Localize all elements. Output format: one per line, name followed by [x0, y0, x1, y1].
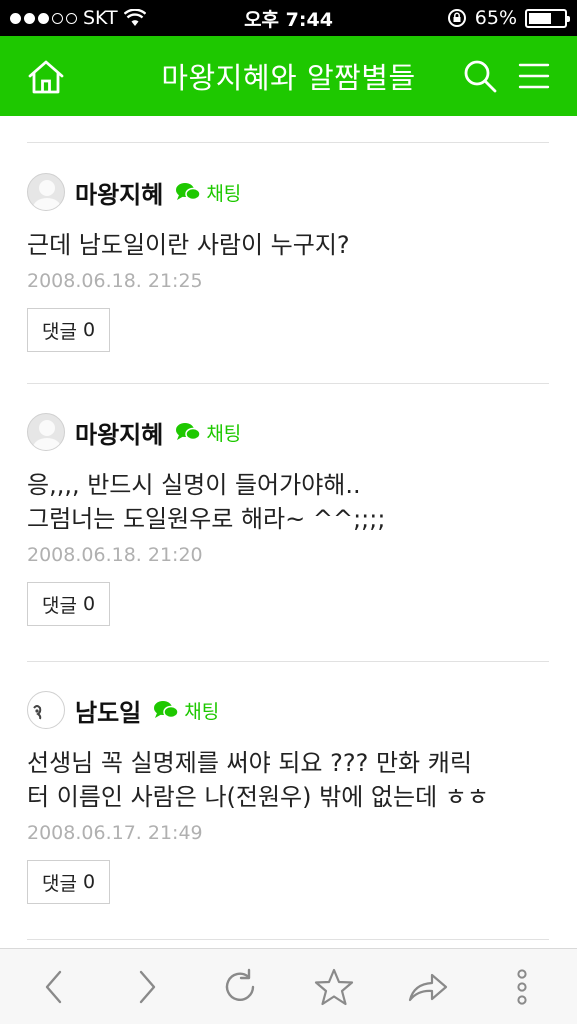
- wifi-icon: [123, 9, 146, 26]
- chat-link[interactable]: 채팅: [175, 179, 241, 206]
- divider: [27, 142, 549, 143]
- rotation-lock-icon: [447, 9, 466, 27]
- author-name[interactable]: 마왕지혜: [75, 415, 163, 450]
- profile-photo-icon: [33, 705, 42, 720]
- search-button[interactable]: [458, 54, 502, 98]
- home-button[interactable]: [24, 54, 68, 98]
- more-vertical-icon: [517, 969, 527, 1005]
- divider: [27, 383, 549, 384]
- bookmark-button[interactable]: [312, 965, 356, 1009]
- avatar[interactable]: [27, 413, 65, 451]
- chat-link[interactable]: 채팅: [153, 697, 219, 724]
- divider: [27, 939, 549, 940]
- comment-text: 근데 남도일이란 사람이 누구지?: [27, 228, 549, 262]
- more-options-button[interactable]: [500, 965, 544, 1009]
- divider: [27, 661, 549, 662]
- comment-date: 2008.06.17. 21:49: [27, 822, 203, 844]
- page-title: 마왕지혜와 알짬별들: [161, 61, 416, 95]
- avatar[interactable]: [27, 173, 65, 211]
- comment-date: 2008.06.18. 21:20: [27, 544, 203, 566]
- status-left: SKT: [10, 7, 146, 29]
- reply-label: 댓글: [42, 594, 77, 617]
- reply-label: 댓글: [42, 872, 77, 895]
- menu-button[interactable]: [512, 54, 556, 98]
- chat-link[interactable]: 채팅: [175, 419, 241, 446]
- comment-line: 응,,,, 반드시 실명이 들어가야해..: [27, 471, 361, 499]
- reply-label: 댓글: [42, 320, 77, 343]
- comment-line: 선생님 꼭 실명제를 써야 되요 ??? 만화 캐릭: [27, 749, 472, 777]
- status-right: 65%: [447, 7, 570, 29]
- home-icon: [28, 60, 64, 94]
- comment-text: 선생님 꼭 실명제를 써야 되요 ??? 만화 캐릭 터 이름인 사람은 나(전…: [27, 746, 549, 814]
- chat-bubble-icon: [154, 701, 179, 719]
- comment-item: 남도일 채팅 선생님 꼭 실명제를 써야 되요 ??? 만화 캐릭 터 이름인 …: [27, 690, 549, 904]
- comment-line: 그럼너는 도일원우로 해라~ ^^;;;;: [27, 505, 386, 533]
- reply-count-button[interactable]: 댓글 0: [27, 308, 111, 352]
- comment-date: 2008.06.18. 21:25: [27, 270, 203, 292]
- battery-percent: 65%: [474, 7, 517, 29]
- reply-count: 0: [82, 871, 96, 893]
- reply-count: 0: [82, 319, 96, 341]
- chat-label: 채팅: [206, 182, 242, 205]
- chat-bubble-icon: [176, 183, 202, 201]
- star-icon: [314, 968, 354, 1006]
- author-row: 남도일 채팅: [27, 690, 549, 730]
- status-bar: SKT 오후 7:44 65%: [0, 0, 577, 36]
- reply-count-button[interactable]: 댓글 0: [27, 860, 111, 904]
- browser-toolbar: [0, 948, 577, 1024]
- chevron-left-icon: [45, 970, 62, 1004]
- battery-icon: [525, 8, 570, 28]
- author-name[interactable]: 남도일: [75, 693, 141, 728]
- back-button[interactable]: [32, 965, 76, 1009]
- author-row: 마왕지혜 채팅: [27, 412, 549, 452]
- chat-bubble-icon: [176, 423, 202, 441]
- signal-strength-icon: [10, 12, 77, 24]
- comment-item: 마왕지혜 채팅 근데 남도일이란 사람이 누구지? 2008.06.18. 21…: [27, 172, 549, 352]
- share-button[interactable]: [406, 965, 450, 1009]
- battery-level: [529, 12, 552, 24]
- comment-text: 응,,,, 반드시 실명이 들어가야해.. 그럼너는 도일원우로 해라~ ^^;…: [27, 468, 549, 536]
- reply-count: 0: [82, 593, 96, 615]
- comment-feed: 마왕지혜 채팅 근데 남도일이란 사람이 누구지? 2008.06.18. 21…: [0, 116, 577, 948]
- search-icon: [464, 60, 497, 93]
- carrier-label: SKT: [83, 7, 118, 29]
- chat-label: 채팅: [184, 700, 220, 723]
- share-arrow-icon: [408, 973, 448, 1002]
- author-name[interactable]: 마왕지혜: [75, 175, 163, 210]
- reply-count-button[interactable]: 댓글 0: [27, 582, 111, 626]
- comment-item: 마왕지혜 채팅 응,,,, 반드시 실명이 들어가야해.. 그럼너는 도일원우로…: [27, 412, 549, 626]
- hamburger-menu-icon: [518, 63, 550, 89]
- avatar[interactable]: [27, 691, 65, 729]
- refresh-button[interactable]: [218, 965, 262, 1009]
- chevron-right-icon: [139, 970, 156, 1004]
- comment-line: 근데 남도일이란 사람이 누구지?: [27, 231, 350, 259]
- refresh-icon: [225, 968, 255, 1001]
- author-row: 마왕지혜 채팅: [27, 172, 549, 212]
- comment-line: 터 이름인 사람은 나(전원우) 밖에 없는데 ㅎㅎ: [27, 783, 489, 811]
- forward-button[interactable]: [125, 965, 169, 1009]
- chat-label: 채팅: [206, 422, 242, 445]
- app-header: 마왕지혜와 알짬별들: [0, 36, 577, 116]
